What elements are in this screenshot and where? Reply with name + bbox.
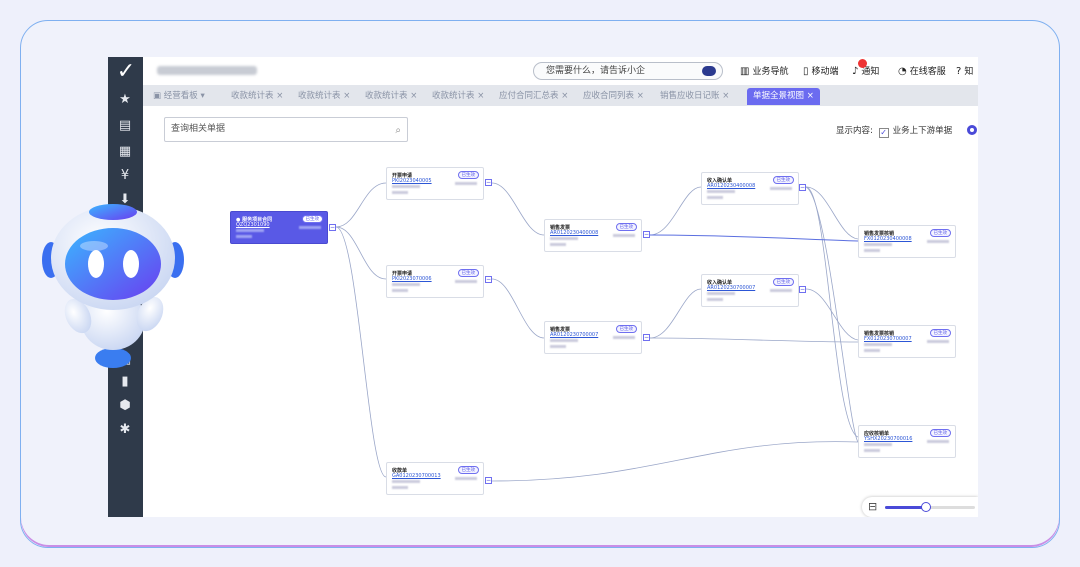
node-invoice-writeoff-1[interactable]: 销售发票核销 FX0120230400008 已生效 bbox=[858, 225, 956, 258]
fit-view-icon[interactable]: ⊟ bbox=[868, 500, 877, 513]
edge bbox=[649, 186, 702, 236]
collapse-toggle[interactable]: − bbox=[643, 334, 650, 341]
node-sales-invoice-1[interactable]: 销售发票 AR0120230400008 已生效 bbox=[544, 219, 642, 252]
collapse-toggle[interactable]: − bbox=[799, 184, 806, 191]
document-flow-edges bbox=[335, 182, 859, 482]
edge bbox=[335, 226, 387, 478]
edge bbox=[491, 278, 545, 339]
node-invoice-writeoff-2[interactable]: 销售发票核销 FX0120230700007 已生效 bbox=[858, 325, 956, 358]
edge bbox=[649, 337, 859, 343]
collapse-toggle[interactable]: − bbox=[485, 276, 492, 283]
app-window: ✓ ★ ▤ ▦ ¥ ⬇ ▥ ▮ ⬢ ✱ 您需要什么，请告诉小企 ▥业务导航 ▯移… bbox=[108, 57, 978, 517]
edge-highlight bbox=[649, 234, 859, 242]
collapse-toggle[interactable]: − bbox=[329, 224, 336, 231]
edge bbox=[805, 186, 859, 240]
node-sales-invoice-2[interactable]: 销售发票 AR0120230700007 已生效 bbox=[544, 321, 642, 354]
collapse-toggle[interactable]: − bbox=[799, 286, 806, 293]
node-invoice-request-2[interactable]: 开票申请 PKI2023070006 已生效 bbox=[386, 265, 484, 298]
zoom-slider-handle[interactable] bbox=[921, 502, 931, 512]
edge bbox=[335, 226, 387, 280]
node-receipt[interactable]: 收款单 GA0120230700013 已生效 bbox=[386, 462, 484, 495]
zoom-control: ⊟ bbox=[862, 497, 978, 517]
edge bbox=[491, 182, 545, 236]
node-receivable-writeoff[interactable]: 应收核销单 YSHX20230700016 已生效 bbox=[858, 425, 956, 458]
collapse-toggle[interactable]: − bbox=[485, 477, 492, 484]
robot-mascot-icon bbox=[42, 204, 184, 368]
edge bbox=[335, 182, 387, 228]
node-service-contract[interactable]: ● 服务项目合同 QZQ2301090 已生效 bbox=[230, 211, 328, 244]
edge bbox=[649, 288, 702, 339]
node-invoice-request-1[interactable]: 开票申请 PKI2023040005 已生效 bbox=[386, 167, 484, 200]
collapse-toggle[interactable]: − bbox=[485, 179, 492, 186]
edge bbox=[491, 441, 859, 482]
node-revenue-confirm-2[interactable]: 收入确认单 AR0120230700007 已生效 bbox=[701, 274, 799, 307]
zoom-fill bbox=[885, 506, 926, 509]
collapse-toggle[interactable]: − bbox=[643, 231, 650, 238]
node-revenue-confirm-1[interactable]: 收入确认单 AR0120230400008 已生效 bbox=[701, 172, 799, 205]
